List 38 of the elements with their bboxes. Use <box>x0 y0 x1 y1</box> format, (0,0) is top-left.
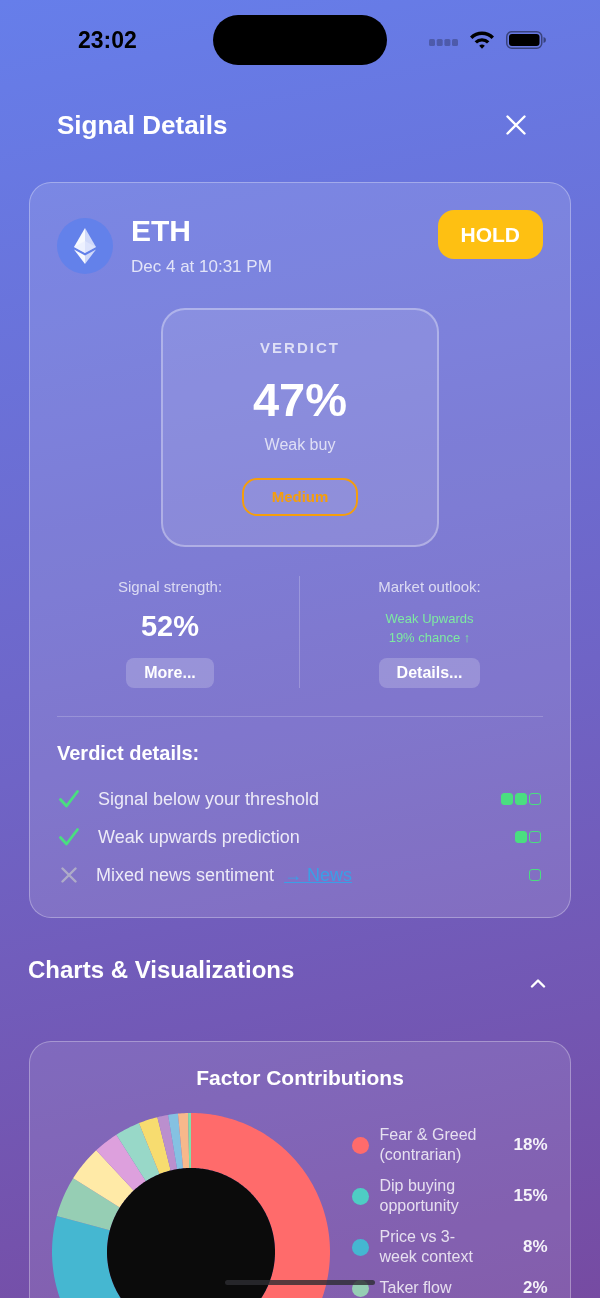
detail-text: Signal below your threshold <box>98 788 320 810</box>
cellular-signal-icon <box>429 39 458 46</box>
news-link[interactable]: → News <box>284 864 353 886</box>
legend-label: Price vs 3-week context <box>379 1227 474 1267</box>
chart-title: Factor Contributions <box>196 1066 404 1090</box>
legend-value: 18% <box>513 1135 548 1155</box>
legend-value: 2% <box>522 1278 548 1298</box>
outlook-chance: 19% chance ↑ <box>388 629 471 647</box>
verdict-description: Weak buy <box>264 435 336 455</box>
coin-symbol: ETH <box>131 214 192 248</box>
confidence-badge: Medium <box>241 478 359 516</box>
legend-label: Taker flow <box>379 1278 453 1298</box>
section-title: Charts & Visualizations <box>28 955 295 985</box>
verdict-percent: 47% <box>252 373 348 427</box>
legend-label: Dip buying opportunity <box>379 1176 460 1216</box>
status-time: 23:02 <box>78 26 137 54</box>
strength-label: Signal strength: <box>117 577 223 597</box>
verdict-label: VERDICT <box>260 339 340 357</box>
close-icon[interactable] <box>506 115 526 135</box>
detail-text: Weak upwards prediction <box>98 826 300 848</box>
more-button[interactable]: More... <box>126 658 214 688</box>
legend-value: 8% <box>522 1237 548 1257</box>
coin-logo-icon <box>57 218 113 274</box>
outlook-trend: Weak Upwards <box>385 610 474 628</box>
detail-text: Mixed news sentiment <box>96 864 275 886</box>
wifi-icon <box>469 30 495 49</box>
legend-label: Fear & Greed (contrarian) <box>379 1125 478 1165</box>
outlook-label: Market outlook: <box>378 577 481 597</box>
strength-value: 52% <box>140 609 199 643</box>
details-button[interactable]: Details... <box>378 658 481 688</box>
donut-slice <box>72 1150 134 1208</box>
chevron-icon[interactable] <box>530 978 546 988</box>
verdict-details-title: Verdict details: <box>57 741 201 765</box>
legend-value: 15% <box>513 1186 548 1206</box>
battery-icon <box>506 30 546 49</box>
action-badge: HOLD <box>437 210 543 259</box>
page-title: Signal Details <box>57 109 228 141</box>
signal-timestamp: Dec 4 at 10:31 PM <box>131 256 272 278</box>
